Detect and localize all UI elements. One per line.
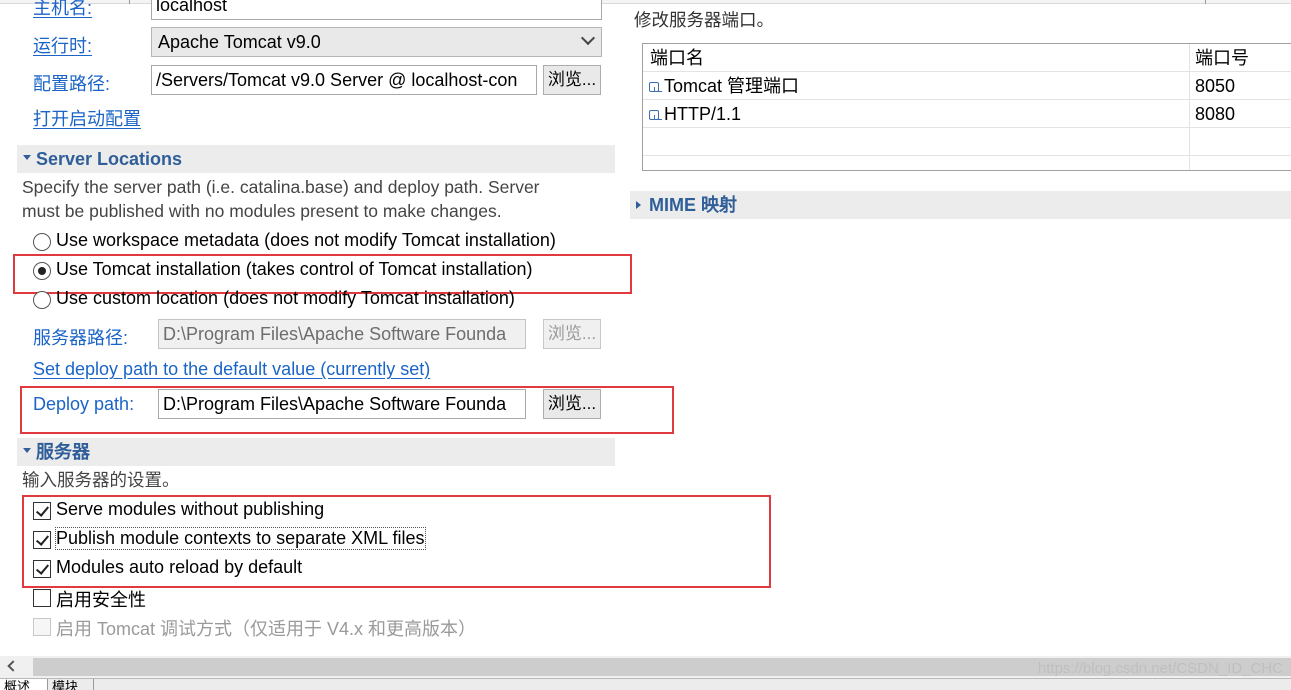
server-locations-section-header[interactable]: Server Locations <box>17 145 615 173</box>
collapsed-triangle-icon <box>636 201 641 209</box>
highlight-box <box>20 386 674 434</box>
port-name-cell: HTTP/1.1 <box>648 100 741 128</box>
hostname-field[interactable]: localhost <box>151 0 602 20</box>
expanded-triangle-icon <box>23 155 31 160</box>
server-path-browse-button: 浏览... <box>543 319 601 349</box>
section-title: 服务器 <box>36 442 90 462</box>
table-row[interactable]: Tomcat 管理端口 8050 <box>643 72 1291 100</box>
port-name: Tomcat 管理端口 <box>664 76 800 96</box>
table-header-row: 端口名 端口号 <box>643 44 1291 72</box>
mime-section-header[interactable]: MIME 映射 <box>630 191 1291 219</box>
port-icon <box>648 81 662 93</box>
server-section-description: 输入服务器的设置。 <box>22 470 180 490</box>
section-title: Server Locations <box>36 149 183 169</box>
editor-tabs: 概述 模块 <box>0 678 1291 690</box>
column-header-port-number[interactable]: 端口号 <box>1195 44 1249 72</box>
config-path-browse-button[interactable]: 浏览... <box>543 65 601 95</box>
server-path-field: D:\Program Files\Apache Software Founda <box>158 319 526 349</box>
port-name-cell: Tomcat 管理端口 <box>648 72 799 100</box>
radio-label: Use workspace metadata (does not modify … <box>56 230 556 250</box>
checkbox-label: 启用安全性 <box>56 590 146 610</box>
expanded-triangle-icon <box>23 448 31 453</box>
hostname-label[interactable]: 主机名: <box>33 0 92 20</box>
top-strip-segment <box>110 0 130 4</box>
tab-overview[interactable]: 概述 <box>0 679 48 690</box>
radio-button[interactable] <box>33 291 51 309</box>
checkbox <box>33 618 51 636</box>
table-row-empty <box>643 156 1291 170</box>
chevron-down-icon <box>580 30 596 46</box>
port-icon <box>648 109 662 121</box>
column-header-port-name[interactable]: 端口名 <box>650 44 704 72</box>
tab-modules[interactable]: 模块 <box>48 679 94 690</box>
watermark: https://blog.csdn.net/CSDN_ID_CHC <box>1037 660 1283 677</box>
server-locations-description-line1: Specify the server path (i.e. catalina.b… <box>22 177 540 197</box>
ports-table: 端口名 端口号 Tomcat 管理端口 8050 HTTP/1.1 8080 <box>642 43 1291 171</box>
server-locations-description-line2: must be published with no modules presen… <box>22 201 502 221</box>
config-path-label: 配置路径: <box>33 74 111 94</box>
section-title: MIME 映射 <box>649 195 737 215</box>
port-number-cell[interactable]: 8050 <box>1195 72 1235 100</box>
server-path-label: 服务器路径: <box>33 328 129 348</box>
radio-button[interactable] <box>33 233 51 251</box>
runtime-label[interactable]: 运行时: <box>33 32 92 58</box>
checkbox-label: 启用 Tomcat 调试方式（仅适用于 V4.x 和更高版本） <box>56 619 477 639</box>
port-name: HTTP/1.1 <box>664 104 742 124</box>
set-default-deploy-path-link[interactable]: Set deploy path to the default value (cu… <box>33 359 430 380</box>
config-path-field[interactable]: /Servers/Tomcat v9.0 Server @ localhost-… <box>151 65 537 95</box>
top-strip-segment <box>1030 0 1206 4</box>
scroll-left-icon[interactable] <box>7 660 19 672</box>
highlight-box <box>22 495 771 588</box>
table-row-empty <box>643 128 1291 156</box>
server-section-header[interactable]: 服务器 <box>17 438 615 466</box>
table-row[interactable]: HTTP/1.1 8080 <box>643 100 1291 128</box>
open-launch-config-link[interactable]: 打开启动配置 <box>33 105 141 131</box>
port-number-cell[interactable]: 8080 <box>1195 100 1235 128</box>
runtime-select-value: Apache Tomcat v9.0 <box>158 32 321 52</box>
runtime-select[interactable]: Apache Tomcat v9.0 <box>151 27 602 57</box>
radio-label: Use custom location (does not modify Tom… <box>56 288 515 308</box>
checkbox[interactable] <box>33 589 51 607</box>
ports-description: 修改服务器端口。 <box>634 10 774 30</box>
